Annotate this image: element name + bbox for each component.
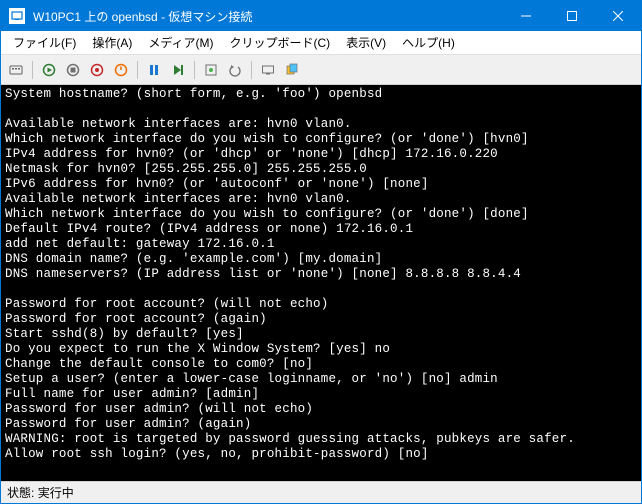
toolbar-separator xyxy=(194,61,195,79)
toolbar-separator xyxy=(32,61,33,79)
share-button[interactable] xyxy=(281,59,303,81)
status-label: 状態: xyxy=(7,484,34,501)
save-button[interactable] xyxy=(110,59,132,81)
toolbar xyxy=(1,55,641,85)
app-icon xyxy=(9,8,25,24)
menu-help[interactable]: ヘルプ(H) xyxy=(394,32,463,53)
enhanced-session-button[interactable] xyxy=(257,59,279,81)
menu-file[interactable]: ファイル(F) xyxy=(5,32,84,53)
pause-button[interactable] xyxy=(143,59,165,81)
revert-button[interactable] xyxy=(224,59,246,81)
titlebar: W10PC1 上の openbsd - 仮想マシン接続 xyxy=(1,1,641,31)
toolbar-separator xyxy=(251,61,252,79)
shutdown-button[interactable] xyxy=(86,59,108,81)
toolbar-separator xyxy=(137,61,138,79)
menu-media[interactable]: メディア(M) xyxy=(140,32,221,53)
checkpoint-button[interactable] xyxy=(200,59,222,81)
window-title: W10PC1 上の openbsd - 仮想マシン接続 xyxy=(33,8,503,25)
menu-action[interactable]: 操作(A) xyxy=(84,32,140,53)
window-controls xyxy=(503,1,641,31)
menu-clipboard[interactable]: クリップボード(C) xyxy=(221,32,338,53)
turnoff-button[interactable] xyxy=(62,59,84,81)
close-button[interactable] xyxy=(595,1,641,31)
statusbar: 状態: 実行中 xyxy=(1,481,641,503)
vm-window: W10PC1 上の openbsd - 仮想マシン接続 ファイル(F) 操作(A… xyxy=(0,0,642,504)
minimize-button[interactable] xyxy=(503,1,549,31)
terminal-output[interactable]: System hostname? (short form, e.g. 'foo'… xyxy=(1,85,641,481)
maximize-button[interactable] xyxy=(549,1,595,31)
status-value: 実行中 xyxy=(38,484,74,501)
menubar: ファイル(F) 操作(A) メディア(M) クリップボード(C) 表示(V) ヘ… xyxy=(1,31,641,55)
start-button[interactable] xyxy=(38,59,60,81)
reset-button[interactable] xyxy=(167,59,189,81)
ctrl-alt-del-button[interactable] xyxy=(5,59,27,81)
menu-view[interactable]: 表示(V) xyxy=(338,32,394,53)
